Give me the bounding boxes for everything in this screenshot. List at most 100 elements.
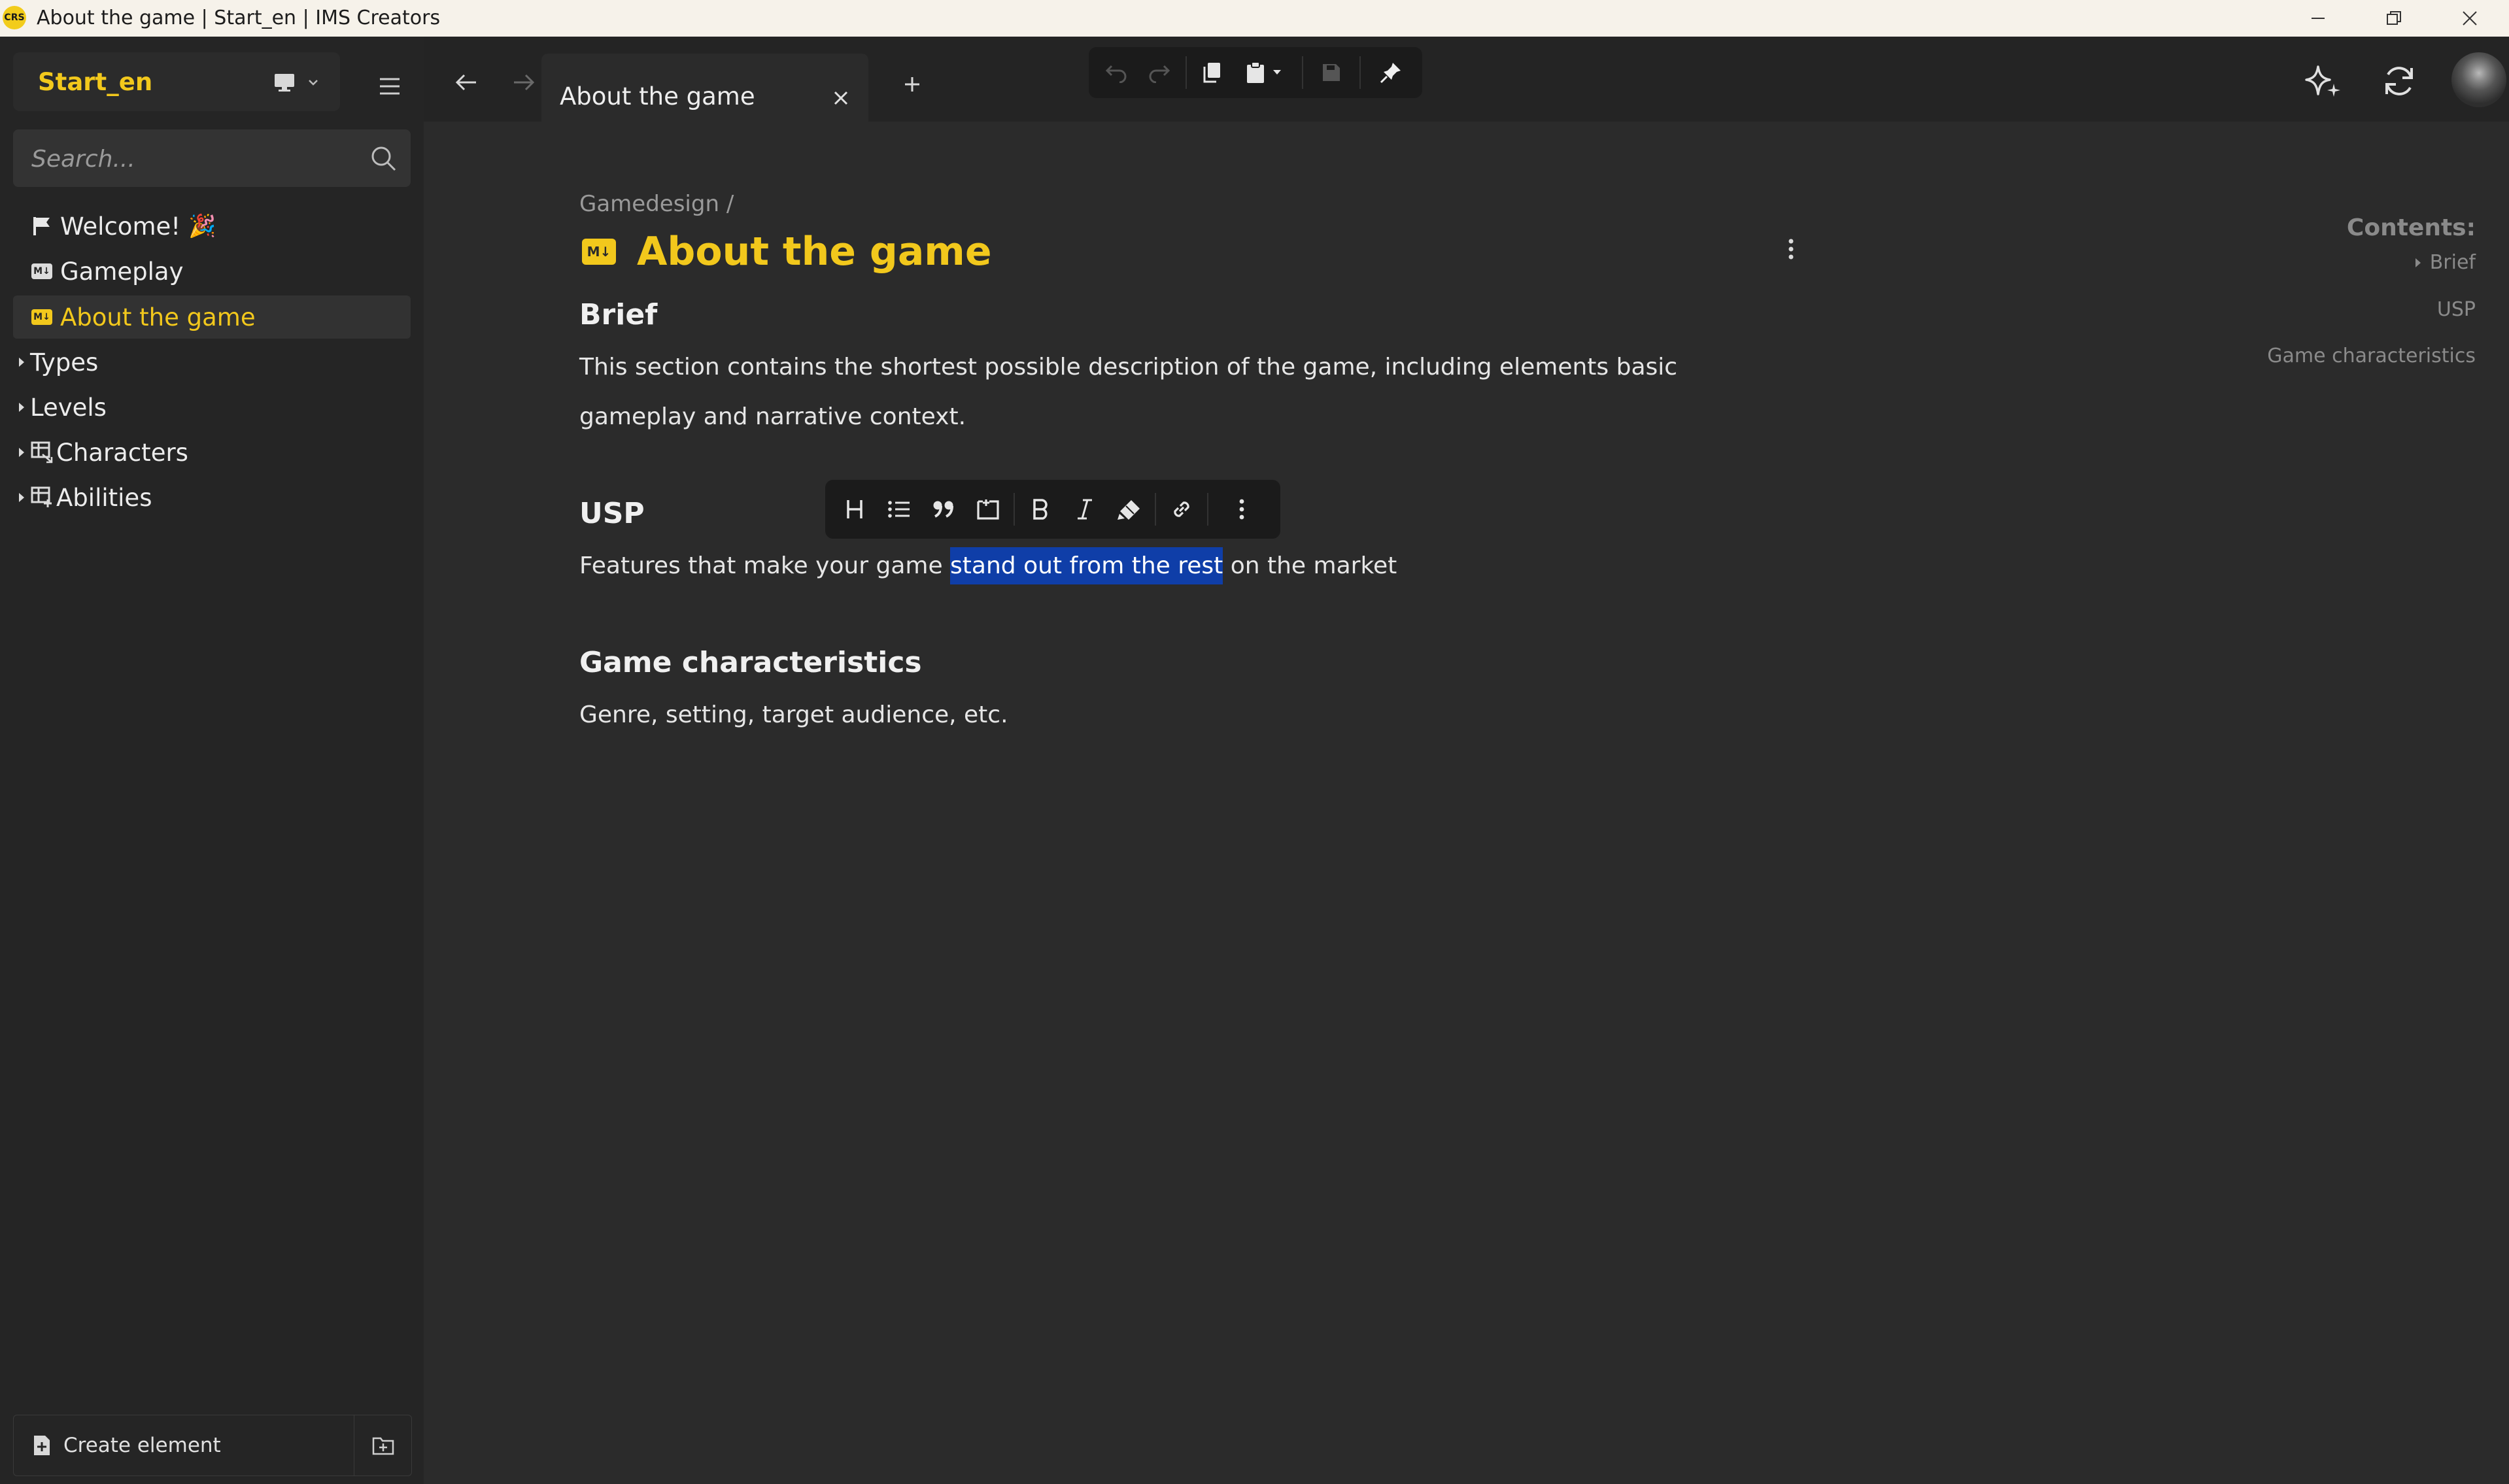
tree-item-levels[interactable]: Levels [13, 386, 411, 429]
ai-assistant-button[interactable] [2297, 55, 2349, 107]
tree-item-label: Characters [56, 438, 188, 467]
workspace-name: Start_en [38, 68, 153, 96]
tree-item-abilities[interactable]: Abilities [13, 476, 411, 519]
link-icon [1174, 501, 1189, 517]
page-title-row: M↓ About the game [582, 226, 992, 278]
tree-item-label: Types [30, 348, 99, 377]
tab-label: About the game [560, 82, 755, 110]
quote-icon [933, 501, 953, 518]
table-icon [30, 441, 54, 464]
highlight-button[interactable] [1109, 480, 1150, 539]
sidebar-footer: Create element [13, 1415, 412, 1476]
pin-button[interactable] [1366, 47, 1416, 98]
caret-right-icon[interactable] [13, 356, 30, 368]
section-text-brief[interactable]: This section contains the shortest possi… [579, 343, 1796, 442]
view-mode-dropdown[interactable] [273, 68, 345, 97]
format-toolbar [825, 480, 1280, 539]
breadcrumb[interactable]: Gamedesign / [579, 191, 734, 217]
bullet-list-icon [888, 501, 910, 518]
copy-button[interactable] [1192, 47, 1231, 98]
section-heading-usp[interactable]: USP [579, 497, 645, 530]
clipboard-icon [1247, 61, 1264, 83]
section-heading-brief[interactable]: Brief [579, 298, 657, 331]
section-text-game-characteristics[interactable]: Genre, setting, target audience, etc. [579, 690, 1796, 740]
table-icon [30, 486, 54, 509]
paste-dropdown-button[interactable] [1234, 47, 1294, 98]
caret-right-icon [2415, 258, 2421, 267]
more-vertical-icon [1239, 499, 1244, 520]
toc-item-brief[interactable]: Brief [2210, 251, 2476, 274]
close-icon [834, 91, 848, 105]
create-element-label: Create element [63, 1434, 221, 1457]
create-folder-button[interactable] [354, 1415, 412, 1476]
search-icon [371, 146, 396, 171]
caret-right-icon[interactable] [13, 492, 30, 503]
user-avatar[interactable] [2451, 52, 2506, 107]
close-icon [2463, 11, 2477, 25]
hamburger-icon [380, 78, 400, 95]
workspace-switcher[interactable]: Start_en [13, 52, 340, 111]
undo-button[interactable] [1097, 47, 1137, 98]
tree-item-types[interactable]: Types [13, 341, 411, 384]
document-options-button[interactable] [1775, 233, 1807, 265]
flag-icon [30, 214, 54, 238]
quote-button[interactable] [923, 480, 964, 539]
back-button[interactable] [443, 64, 489, 101]
italic-button[interactable] [1065, 480, 1105, 539]
tab-about-the-game[interactable]: About the game [541, 54, 868, 122]
tree-item-label: About the game [60, 303, 256, 331]
arrow-left-icon [455, 74, 476, 91]
section-text-usp[interactable]: Features that make your game stand out f… [579, 541, 1796, 591]
tree-item-label: Welcome! [60, 212, 181, 241]
search-input[interactable] [30, 141, 353, 177]
tree-item-characters[interactable]: Characters [13, 431, 411, 474]
toc-item-usp[interactable]: USP [2210, 298, 2476, 321]
window-title-bar: CRS About the game | Start_en | IMS Crea… [0, 0, 2509, 37]
plus-icon [905, 77, 919, 92]
block-button[interactable] [968, 480, 1008, 539]
minimize-icon [2312, 18, 2325, 19]
tree-item-about-the-game[interactable]: M↓ About the game [13, 295, 411, 339]
highlighter-icon [1118, 500, 1140, 520]
forward-button[interactable] [501, 64, 547, 101]
more-options-button[interactable] [1221, 480, 1262, 539]
caret-right-icon[interactable] [13, 447, 30, 458]
copy-icon [1203, 63, 1220, 83]
tab-close-button[interactable] [828, 85, 854, 111]
top-bar: About the game [424, 37, 2509, 122]
chevron-down-icon [309, 80, 318, 86]
new-tab-button[interactable] [896, 68, 929, 101]
minimize-button[interactable] [2282, 0, 2354, 37]
page-title[interactable]: About the game [637, 229, 992, 275]
caret-right-icon[interactable] [13, 401, 30, 413]
markdown-icon: M↓ [582, 239, 616, 265]
save-icon [1323, 64, 1340, 81]
restore-button[interactable] [2358, 0, 2430, 37]
sync-button[interactable] [2373, 55, 2425, 107]
bold-button[interactable] [1020, 480, 1061, 539]
toc-item-game-characteristics[interactable]: Game characteristics [2210, 345, 2476, 367]
tree-item-label: Abilities [56, 483, 152, 512]
markdown-icon: M↓ [31, 263, 52, 279]
create-element-button[interactable]: Create element [14, 1415, 354, 1476]
heading-icon [847, 500, 862, 518]
close-window-button[interactable] [2434, 0, 2506, 37]
markdown-icon: M↓ [31, 309, 52, 325]
save-button[interactable] [1308, 47, 1354, 98]
bullet-list-button[interactable] [879, 480, 919, 539]
undo-icon [1105, 65, 1127, 83]
redo-button[interactable] [1138, 47, 1179, 98]
link-button[interactable] [1161, 480, 1202, 539]
arrow-right-icon [514, 74, 535, 91]
search-box [13, 129, 411, 187]
selected-text[interactable]: stand out from the rest [950, 547, 1223, 584]
edit-toolbar [1089, 47, 1422, 98]
new-folder-icon [372, 1437, 394, 1455]
hamburger-menu-button[interactable] [371, 68, 408, 105]
restore-icon [2387, 11, 2401, 25]
heading-button[interactable] [834, 480, 875, 539]
section-heading-game-characteristics[interactable]: Game characteristics [579, 646, 922, 679]
tree-item-welcome[interactable]: Welcome! 🎉 [13, 205, 411, 248]
search-button[interactable] [369, 144, 398, 173]
tree-item-gameplay[interactable]: M↓ Gameplay [13, 250, 411, 293]
